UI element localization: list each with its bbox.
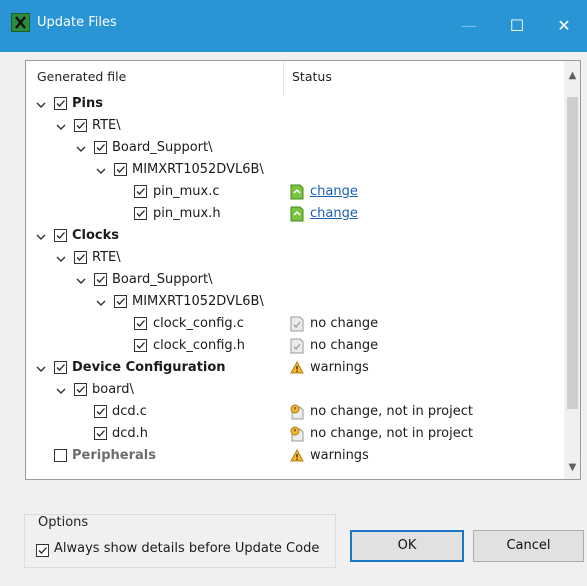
column-header-status[interactable]: Status [292, 69, 332, 84]
status-text: no change [310, 316, 379, 331]
tree-row[interactable]: Pins [26, 95, 556, 117]
warning-icon [290, 360, 304, 374]
status-text: warnings [310, 448, 369, 463]
checkbox[interactable] [54, 97, 67, 110]
checkbox[interactable] [74, 119, 87, 132]
tree-row[interactable]: Clocks [26, 227, 556, 249]
checkbox[interactable] [54, 449, 67, 462]
checkbox[interactable] [134, 207, 147, 220]
tree-row[interactable]: clock_config.c no change [26, 315, 556, 337]
chevron-down-icon[interactable] [54, 120, 68, 134]
title-bar: Update Files — ☐ ✕ [0, 0, 587, 52]
tree-label: RTE\ [92, 118, 121, 133]
tree-label: dcd.c [112, 404, 147, 419]
chevron-down-icon[interactable] [94, 296, 108, 310]
warning-icon [290, 448, 304, 462]
tree-label: Device Configuration [72, 360, 226, 375]
column-header-file[interactable]: Generated file [37, 69, 126, 84]
status-link[interactable]: change [310, 184, 358, 199]
tree-label: Clocks [72, 228, 120, 243]
tree-label: Board_Support\ [112, 140, 213, 155]
no-change-file-icon [290, 338, 304, 354]
tree-label: MIMXRT1052DVL6B\ [132, 162, 264, 177]
status-text: no change, not in project [310, 404, 473, 419]
status-text: warnings [310, 360, 369, 375]
chevron-down-icon[interactable] [74, 142, 88, 156]
not-in-project-icon [290, 426, 304, 442]
not-in-project-icon [290, 404, 304, 420]
checkbox[interactable] [94, 427, 107, 440]
minimize-button[interactable]: — [446, 0, 492, 52]
change-file-icon [290, 206, 304, 222]
dialog-body: Generated file Status Pins RTE\ Board_Su… [0, 52, 587, 586]
chevron-down-icon[interactable] [34, 362, 48, 376]
file-tree[interactable]: Generated file Status Pins RTE\ Board_Su… [25, 60, 581, 480]
chevron-down-icon[interactable] [34, 230, 48, 244]
tree-row[interactable]: Peripherals warnings [26, 447, 556, 469]
always-show-label[interactable]: Always show details before Update Code [54, 541, 319, 556]
tree-row[interactable]: Board_Support\ [26, 271, 556, 293]
maximize-button[interactable]: ☐ [494, 0, 540, 52]
chevron-down-icon[interactable] [54, 252, 68, 266]
tree-row[interactable]: MIMXRT1052DVL6B\ [26, 161, 556, 183]
chevron-down-icon[interactable] [94, 164, 108, 178]
tree-row[interactable]: clock_config.h no change [26, 337, 556, 359]
checkbox[interactable] [114, 163, 127, 176]
no-change-file-icon [290, 316, 304, 332]
tree-label: clock_config.c [153, 316, 244, 331]
checkbox[interactable] [74, 251, 87, 264]
tree-row[interactable]: board\ [26, 381, 556, 403]
chevron-down-icon[interactable] [54, 384, 68, 398]
tree-row[interactable]: Board_Support\ [26, 139, 556, 161]
tree-label: Board_Support\ [112, 272, 213, 287]
tree-row[interactable]: pin_mux.h change [26, 205, 556, 227]
checkbox[interactable] [134, 185, 147, 198]
tree-row[interactable]: dcd.c no change, not in project [26, 403, 556, 425]
chevron-down-icon[interactable] [74, 274, 88, 288]
status-text: no change [310, 338, 379, 353]
tree-row[interactable]: RTE\ [26, 117, 556, 139]
checkbox[interactable] [134, 317, 147, 330]
tree-label: Peripherals [72, 448, 156, 463]
tree-label: clock_config.h [153, 338, 246, 353]
tree-row[interactable]: Device Configuration warnings [26, 359, 556, 381]
tree-label: pin_mux.h [153, 206, 221, 221]
checkbox[interactable] [134, 339, 147, 352]
chevron-down-icon[interactable] [34, 98, 48, 112]
checkbox[interactable] [94, 405, 107, 418]
column-divider[interactable] [283, 61, 284, 95]
tree-row[interactable]: RTE\ [26, 249, 556, 271]
ok-button[interactable]: OK [350, 530, 464, 562]
options-legend: Options [36, 515, 91, 530]
tree-label: MIMXRT1052DVL6B\ [132, 294, 264, 309]
tree-row[interactable]: pin_mux.c change [26, 183, 556, 205]
scroll-down-icon[interactable]: ▼ [564, 459, 580, 477]
tree-row[interactable]: MIMXRT1052DVL6B\ [26, 293, 556, 315]
checkbox[interactable] [94, 141, 107, 154]
status-link[interactable]: change [310, 206, 358, 221]
tree-label: board\ [92, 382, 134, 397]
tree-label: pin_mux.c [153, 184, 220, 199]
close-button[interactable]: ✕ [541, 0, 587, 52]
checkbox[interactable] [54, 361, 67, 374]
status-text: no change, not in project [310, 426, 473, 441]
cancel-button[interactable]: Cancel [473, 530, 584, 562]
scroll-up-icon[interactable]: ▲ [564, 67, 580, 85]
change-file-icon [290, 184, 304, 200]
checkbox[interactable] [94, 273, 107, 286]
checkbox[interactable] [74, 383, 87, 396]
tree-label: RTE\ [92, 250, 121, 265]
always-show-checkbox[interactable] [36, 544, 49, 557]
checkbox[interactable] [54, 229, 67, 242]
tree-label: dcd.h [112, 426, 149, 441]
x-logo-icon [11, 13, 30, 32]
window-title: Update Files [37, 15, 117, 30]
tree-row[interactable]: dcd.h no change, not in project [26, 425, 556, 447]
checkbox[interactable] [114, 295, 127, 308]
tree-label: Pins [72, 96, 103, 111]
scrollbar-thumb[interactable] [567, 97, 578, 409]
